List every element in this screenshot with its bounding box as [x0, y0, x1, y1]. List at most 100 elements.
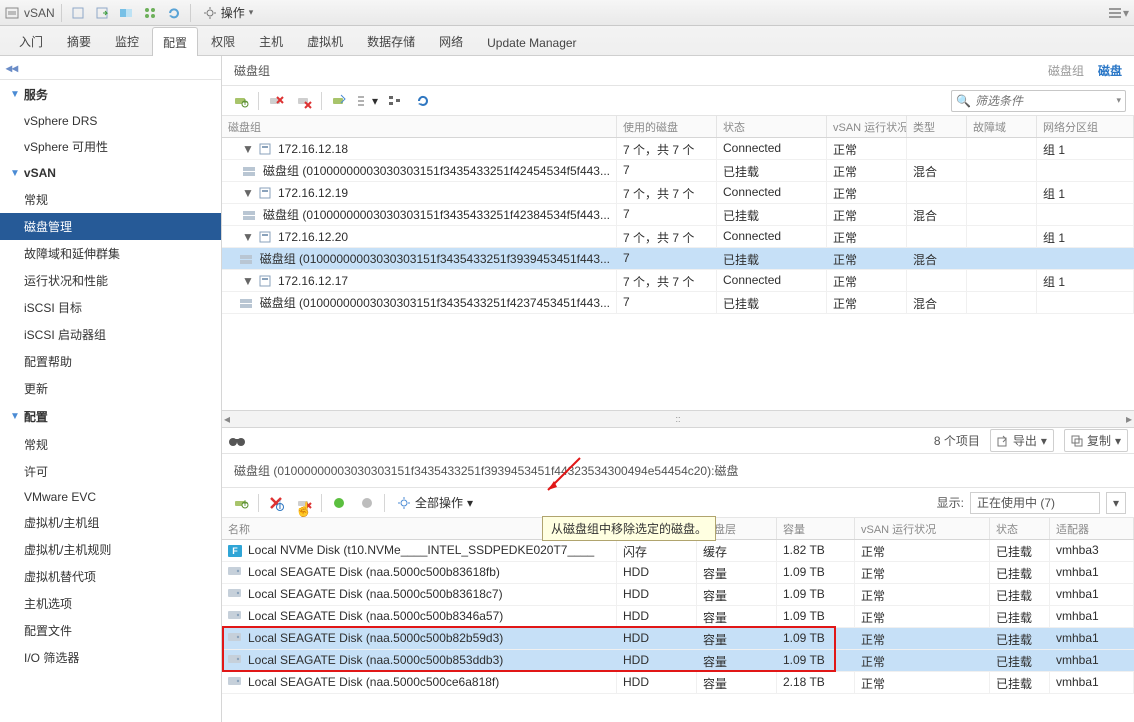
sidebar-item[interactable]: 虚拟机/主机规则: [0, 536, 221, 563]
sidebar-item[interactable]: 配置文件: [0, 617, 221, 644]
diskgroup-toolbar: + ▾ 🔍 ▾: [222, 86, 1134, 116]
tb-icon-5[interactable]: [164, 3, 184, 23]
remove-disk-button[interactable]: ☝: [293, 492, 315, 514]
tb-icon-2[interactable]: [92, 3, 112, 23]
chevron-down-icon: ▼: [10, 168, 20, 179]
sidebar-back[interactable]: ◂◂: [0, 56, 221, 80]
create-dg-icon[interactable]: +: [230, 90, 252, 112]
view-list-icon[interactable]: ▾: [356, 90, 378, 112]
sidebar-item[interactable]: I/O 筛选器: [0, 644, 221, 671]
link-disks[interactable]: 磁盘: [1098, 62, 1122, 79]
add-disk-button[interactable]: +: [230, 492, 252, 514]
overflow-menu[interactable]: ▾: [1106, 3, 1130, 23]
dg-row[interactable]: 磁盘组 (01000000003030303151f3435433251f424…: [222, 160, 1134, 182]
sidebar-item[interactable]: 常规: [0, 186, 221, 213]
tab-入门[interactable]: 入门: [8, 26, 54, 55]
host-icon: [258, 230, 272, 244]
host-row[interactable]: ▼172.16.12.197 个，共 7 个Connected正常组 1: [222, 182, 1134, 204]
disk-group-icon: [243, 164, 257, 178]
expand-icon[interactable]: ▼: [242, 230, 252, 244]
tab-摘要[interactable]: 摘要: [56, 26, 102, 55]
sidebar-item[interactable]: 虚拟机/主机组: [0, 509, 221, 536]
flash-icon: F: [228, 545, 242, 557]
sidebar-item[interactable]: VMware EVC: [0, 485, 221, 509]
sidebar-section[interactable]: ▼配置: [0, 402, 221, 431]
config-sidebar: ◂◂ ▼服务vSphere DRSvSphere 可用性▼vSAN常规磁盘管理故…: [0, 56, 222, 722]
chevron-down-icon: ▾: [249, 7, 254, 18]
dg-filter-input[interactable]: [975, 94, 1117, 108]
tab-网络[interactable]: 网络: [428, 26, 474, 55]
tab-虚拟机[interactable]: 虚拟机: [296, 26, 354, 55]
sidebar-item[interactable]: 许可: [0, 458, 221, 485]
disk-row[interactable]: Local SEAGATE Disk (naa.5000c500b82b59d3…: [222, 628, 1134, 650]
host-row[interactable]: ▼172.16.12.187 个，共 7 个Connected正常组 1: [222, 138, 1134, 160]
binoculars-icon[interactable]: [228, 434, 246, 448]
delete-dg-icon[interactable]: [293, 90, 315, 112]
expand-icon[interactable]: ▼: [242, 274, 252, 288]
remove-disk-x-button[interactable]: i: [265, 492, 287, 514]
tab-Update Manager[interactable]: Update Manager: [476, 29, 587, 55]
tab-配置[interactable]: 配置: [152, 27, 198, 56]
tab-监控[interactable]: 监控: [104, 26, 150, 55]
disk-row[interactable]: Local SEAGATE Disk (naa.5000c500b83618c7…: [222, 584, 1134, 606]
svg-text:+: +: [241, 95, 248, 109]
sidebar-item[interactable]: 主机选项: [0, 590, 221, 617]
link-disk-groups[interactable]: 磁盘组: [1048, 62, 1084, 79]
show-select-chevron[interactable]: ▾: [1106, 492, 1126, 514]
add-disk-icon[interactable]: [328, 90, 350, 112]
dg-grid-header: 磁盘组 使用的磁盘 状态 vSAN 运行状况 类型 故障域 网络分区组: [222, 116, 1134, 138]
tab-strip: 入门摘要监控配置权限主机虚拟机数据存储网络Update Manager: [0, 26, 1134, 56]
tb-icon-4[interactable]: [140, 3, 160, 23]
host-row[interactable]: ▼172.16.12.207 个，共 7 个Connected正常组 1: [222, 226, 1134, 248]
remove-dg-icon[interactable]: [265, 90, 287, 112]
led-off-icon[interactable]: [356, 492, 378, 514]
dg-row[interactable]: 磁盘组 (01000000003030303151f3435433251f423…: [222, 292, 1134, 314]
vsan-icon: [4, 5, 20, 21]
actions-menu[interactable]: 操作 ▾: [197, 3, 260, 23]
disk-row[interactable]: Local SEAGATE Disk (naa.5000c500b8346a57…: [222, 606, 1134, 628]
tb-icon-1[interactable]: [68, 3, 88, 23]
tab-主机[interactable]: 主机: [248, 26, 294, 55]
sidebar-item[interactable]: 故障域和延伸群集: [0, 240, 221, 267]
sidebar-item[interactable]: 常规: [0, 431, 221, 458]
dg-row[interactable]: 磁盘组 (01000000003030303151f3435433251f423…: [222, 204, 1134, 226]
disk-row[interactable]: Local SEAGATE Disk (naa.5000c500ce6a818f…: [222, 672, 1134, 694]
expand-icon[interactable]: ▼: [242, 142, 252, 156]
copy-button[interactable]: 复制▾: [1064, 429, 1128, 452]
disk-row[interactable]: Local SEAGATE Disk (naa.5000c500b83618fb…: [222, 562, 1134, 584]
view-tree-icon[interactable]: [384, 90, 406, 112]
disk-icon: [228, 609, 242, 621]
sidebar-item[interactable]: 更新: [0, 375, 221, 402]
sidebar-item[interactable]: vSphere DRS: [0, 109, 221, 133]
sidebar-item[interactable]: 虚拟机替代项: [0, 563, 221, 590]
sidebar-item[interactable]: iSCSI 目标: [0, 294, 221, 321]
refresh-icon[interactable]: [412, 90, 434, 112]
sidebar-item[interactable]: 运行状况和性能: [0, 267, 221, 294]
gear-icon: [397, 496, 411, 510]
disk-group-icon: [243, 208, 257, 222]
host-row[interactable]: ▼172.16.12.177 个，共 7 个Connected正常组 1: [222, 270, 1134, 292]
show-select[interactable]: 正在使用中 (7): [970, 492, 1100, 514]
tab-数据存储[interactable]: 数据存储: [356, 26, 426, 55]
expand-icon[interactable]: ▼: [242, 186, 252, 200]
dg-hscroll[interactable]: ◂::▸: [222, 410, 1134, 428]
sidebar-item[interactable]: 配置帮助: [0, 348, 221, 375]
tb-icon-3[interactable]: [116, 3, 136, 23]
tab-权限[interactable]: 权限: [200, 26, 246, 55]
disk-row[interactable]: Local SEAGATE Disk (naa.5000c500b853ddb3…: [222, 650, 1134, 672]
sidebar-item[interactable]: 磁盘管理: [0, 213, 221, 240]
top-toolbar: vSAN 操作 ▾ ▾: [0, 0, 1134, 26]
dg-filter[interactable]: 🔍 ▾: [951, 90, 1126, 112]
sidebar-section[interactable]: ▼vSAN: [0, 160, 221, 186]
dg-row[interactable]: 磁盘组 (01000000003030303151f3435433251f393…: [222, 248, 1134, 270]
tooltip-remove-disk: 从磁盘组中移除选定的磁盘。: [542, 516, 716, 541]
sidebar-item[interactable]: iSCSI 启动器组: [0, 321, 221, 348]
disk-icon: [228, 631, 242, 643]
all-actions-menu[interactable]: 全部操作▾: [391, 493, 479, 513]
disk-row[interactable]: FLocal NVMe Disk (t10.NVMe____INTEL_SSDP…: [222, 540, 1134, 562]
filter-chevron[interactable]: ▾: [1116, 95, 1121, 106]
led-on-icon[interactable]: [328, 492, 350, 514]
sidebar-section[interactable]: ▼服务: [0, 80, 221, 109]
sidebar-item[interactable]: vSphere 可用性: [0, 133, 221, 160]
export-button[interactable]: 导出▾: [990, 429, 1054, 452]
